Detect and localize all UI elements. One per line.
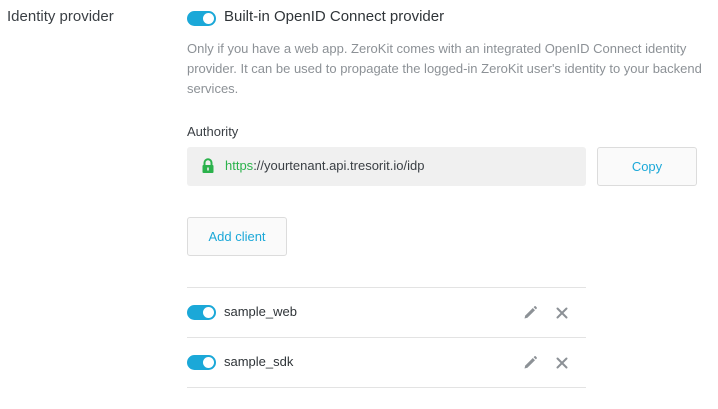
section-label: Identity provider bbox=[7, 8, 114, 25]
toggle-knob bbox=[203, 13, 214, 24]
authority-url-field[interactable]: https://yourtenant.api.tresorit.io/idp bbox=[187, 147, 586, 186]
close-icon[interactable] bbox=[554, 355, 570, 371]
pencil-icon[interactable] bbox=[522, 305, 538, 321]
toggle-knob bbox=[203, 357, 214, 368]
client-name: sample_sdk bbox=[224, 354, 294, 369]
provider-description: Only if you have a web app. ZeroKit come… bbox=[187, 41, 702, 96]
provider-title: Built-in OpenID Connect provider bbox=[224, 8, 445, 25]
divider bbox=[187, 387, 586, 388]
provider-toggle[interactable] bbox=[187, 11, 216, 26]
copy-button[interactable]: Copy bbox=[597, 147, 697, 186]
url-scheme: https bbox=[225, 158, 254, 173]
client-toggle-sample-sdk[interactable] bbox=[187, 355, 216, 370]
identity-provider-settings: Identity provider Built-in OpenID Connec… bbox=[0, 0, 718, 409]
add-client-button[interactable]: Add client bbox=[187, 217, 287, 256]
lock-icon bbox=[202, 158, 214, 173]
client-row: sample_sdk bbox=[187, 338, 586, 387]
authority-url: https://yourtenant.api.tresorit.io/idp bbox=[225, 158, 424, 173]
close-icon[interactable] bbox=[554, 305, 570, 321]
client-row: sample_web bbox=[187, 288, 586, 337]
client-name: sample_web bbox=[224, 304, 297, 319]
client-toggle-sample-web[interactable] bbox=[187, 305, 216, 320]
toggle-knob bbox=[203, 307, 214, 318]
pencil-icon[interactable] bbox=[522, 355, 538, 371]
url-host-path: ://yourtenant.api.tresorit.io/idp bbox=[253, 158, 425, 173]
authority-label: Authority bbox=[187, 124, 239, 139]
